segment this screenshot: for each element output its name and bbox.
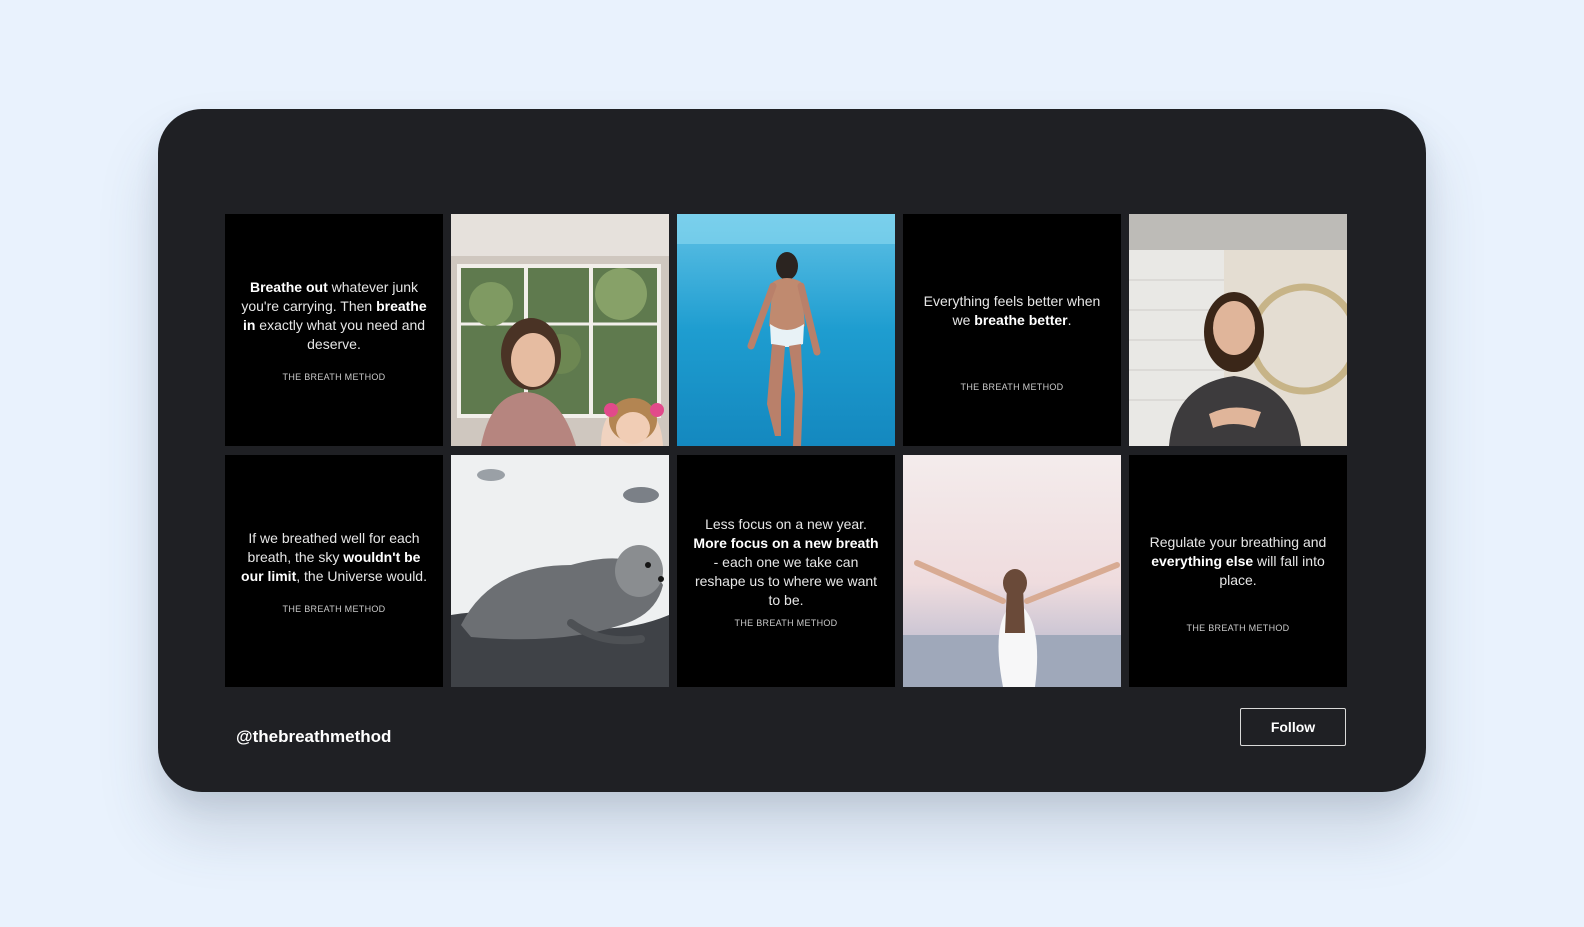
quote-text: Breathe out whatever junk you're carryin…: [241, 279, 427, 352]
brand-signature: THE BREATH METHOD: [282, 372, 386, 382]
instagram-feed-widget: [158, 109, 1426, 792]
quote-post-breathe-better[interactable]: Everything feels better when we breathe …: [903, 214, 1121, 446]
photo-post-underwater-swimmer[interactable]: [677, 214, 895, 446]
brand-signature: THE BREATH METHOD: [734, 617, 838, 628]
quote-text: Regulate your breathing and everything e…: [1149, 534, 1327, 588]
quote-text: If we breathed well for each breath, the…: [241, 529, 427, 584]
quote-post-sky-limit[interactable]: If we breathed well for each breath, the…: [225, 455, 443, 687]
woman-hand-on-chest-photo: [1129, 214, 1347, 446]
brand-signature: THE BREATH METHOD: [960, 382, 1064, 392]
photo-post-seal[interactable]: [451, 455, 669, 687]
photo-post-arms-raised[interactable]: [903, 455, 1121, 687]
brand-signature: THE BREATH METHOD: [1186, 623, 1290, 633]
photo-post-woman-hand-on-chest[interactable]: [1129, 214, 1347, 446]
follow-button[interactable]: Follow: [1240, 708, 1346, 746]
quote-post-regulate-breathing[interactable]: Regulate your breathing and everything e…: [1129, 455, 1347, 687]
seal-on-rocks-photo: [451, 455, 669, 687]
arms-raised-sea-photo: [903, 455, 1121, 687]
quote-text: Everything feels better when we breathe …: [923, 293, 1101, 328]
profile-handle-link[interactable]: @thebreathmethod: [236, 727, 391, 747]
underwater-swimmer-photo: [677, 214, 895, 446]
quote-text: Less focus on a new year. More focus on …: [693, 515, 879, 608]
brand-signature: THE BREATH METHOD: [282, 603, 386, 614]
photo-post-woman-and-child[interactable]: [451, 214, 669, 446]
woman-and-child-photo: [451, 214, 669, 446]
quote-post-breathe-out[interactable]: Breathe out whatever junk you're carryin…: [225, 214, 443, 446]
quote-post-new-breath[interactable]: Less focus on a new year. More focus on …: [677, 455, 895, 687]
